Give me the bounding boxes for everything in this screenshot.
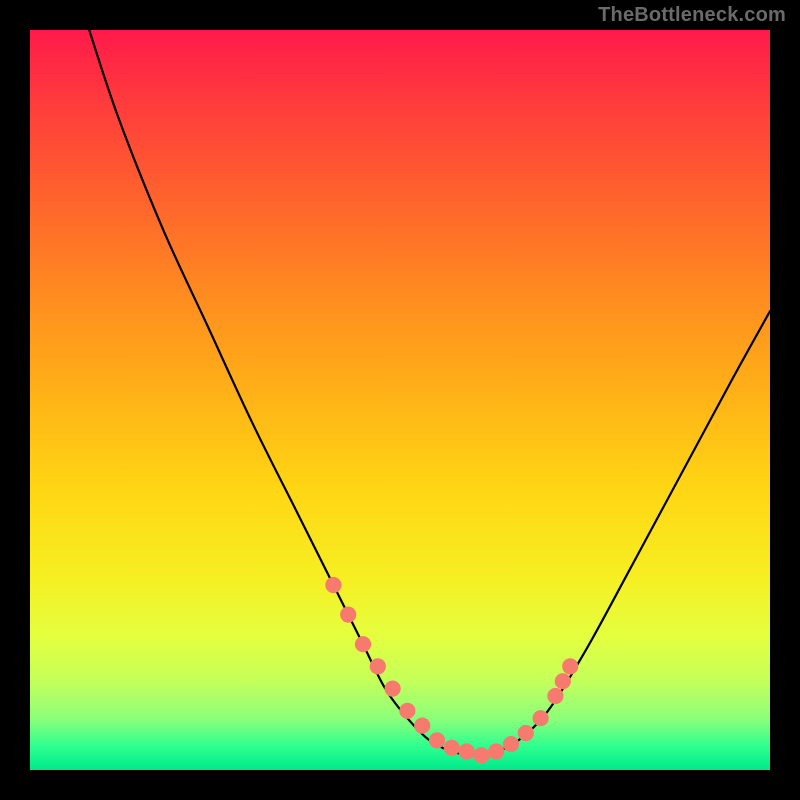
valley-dot [370, 658, 386, 674]
plot-area [30, 30, 770, 770]
valley-dot [355, 636, 371, 652]
valley-dot [488, 743, 504, 759]
valley-dot [444, 740, 460, 756]
valley-dot [555, 673, 571, 689]
bottleneck-curve-path [89, 30, 770, 755]
valley-dot [503, 736, 519, 752]
valley-dot [547, 688, 563, 704]
valley-dot [325, 577, 341, 593]
valley-dot [562, 658, 578, 674]
valley-dot [429, 732, 445, 748]
valley-dot [399, 703, 415, 719]
valley-dot [518, 725, 534, 741]
valley-dot [533, 710, 549, 726]
figure-root: TheBottleneck.com [0, 0, 800, 800]
curve-layer [30, 30, 770, 770]
valley-dot [340, 607, 356, 623]
valley-dot [459, 743, 475, 759]
watermark-text: TheBottleneck.com [598, 4, 786, 27]
valley-dots-group [325, 577, 578, 763]
valley-dot [385, 681, 401, 697]
valley-dot [414, 718, 430, 734]
valley-dot [473, 747, 489, 763]
